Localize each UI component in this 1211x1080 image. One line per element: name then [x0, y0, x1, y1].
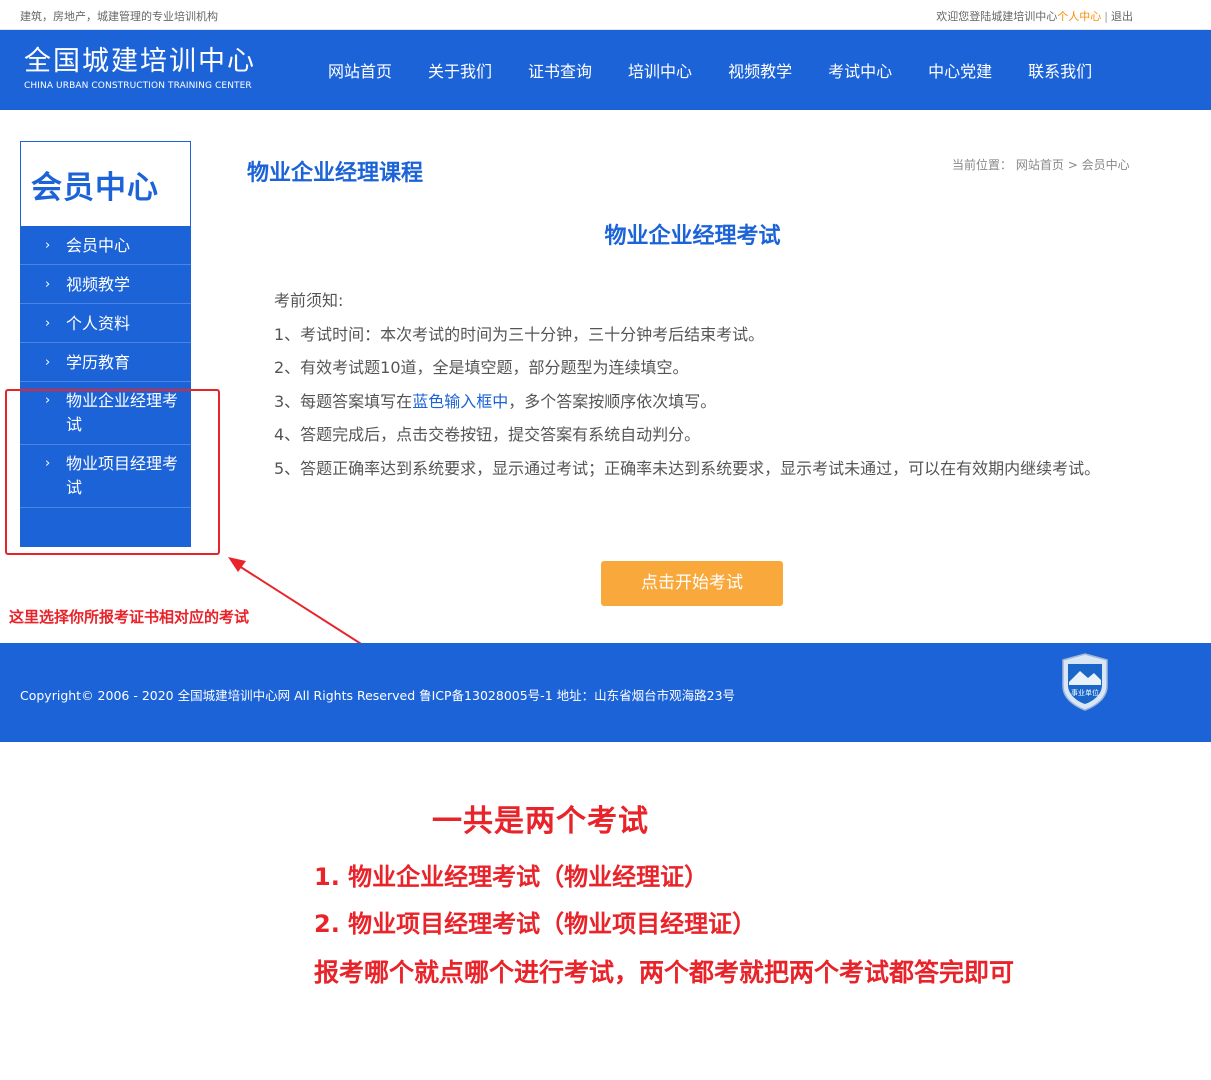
badge-label: 事业单位 [1071, 688, 1099, 697]
site-footer: Copyright© 2006 - 2020 全国城建培训中心网 All Rig… [0, 643, 1211, 742]
annotation-line-3: 报考哪个就点哪个进行考试，两个都考就把两个考试都答完即可 [314, 958, 1015, 987]
annotation-line-2: 2. 物业项目经理考试（物业项目经理证） [314, 910, 757, 938]
annotation-heading: 一共是两个考试 [432, 804, 649, 839]
annotation-sidebar-hint: 这里选择你所报考证书相对应的考试 [9, 608, 250, 626]
footer-copyright: Copyright© 2006 - 2020 全国城建培训中心网 All Rig… [20, 688, 736, 703]
public-institution-badge-icon[interactable]: 事业单位 [1060, 652, 1110, 712]
annotation-line-1: 1. 物业企业经理考试（物业经理证） [314, 863, 709, 891]
